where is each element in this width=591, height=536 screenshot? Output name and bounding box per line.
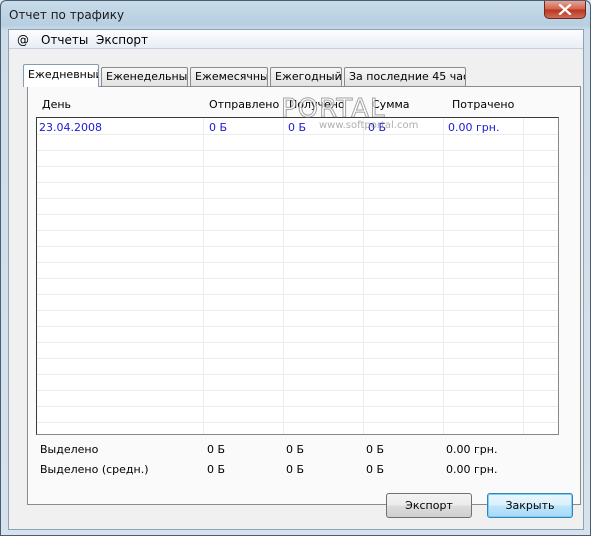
- column-header-total[interactable]: Сумма: [372, 98, 410, 111]
- grid-row-line: [37, 166, 558, 167]
- grid-row-line: [37, 134, 558, 135]
- menu-item-reports[interactable]: Отчеты: [41, 33, 88, 47]
- summary-selected-total: 0 Б: [366, 443, 385, 456]
- grid-row-line: [37, 182, 558, 183]
- grid-row-line: [37, 294, 558, 295]
- grid-row-line: [37, 278, 558, 279]
- column-header-spent[interactable]: Потрачено: [452, 98, 514, 111]
- grid-row-line: [37, 390, 558, 391]
- grid-row-line: [37, 422, 558, 423]
- menu-bar: @ Отчеты Экспорт: [9, 30, 583, 49]
- grid-row-line: [37, 310, 558, 311]
- client-area: @ Отчеты Экспорт Ежедневный Еженедельный…: [8, 29, 584, 530]
- summary-selected-label: Выделено: [40, 443, 99, 456]
- column-header-day[interactable]: День: [42, 98, 71, 111]
- summary-average-label: Выделено (средн.): [40, 463, 149, 476]
- summary-average-spent: 0.00 грн.: [446, 463, 498, 476]
- tab-monthly[interactable]: Ежемесячный: [190, 67, 268, 86]
- tab-daily[interactable]: Ежедневный: [23, 64, 99, 87]
- tab-yearly[interactable]: Ежегодный: [270, 67, 342, 86]
- menu-item-at[interactable]: @: [17, 33, 29, 47]
- column-header-sent[interactable]: Отправлено: [209, 98, 279, 111]
- menu-item-export[interactable]: Экспорт: [96, 33, 148, 47]
- grid-row-line: [37, 358, 558, 359]
- window-title: Отчет по трафику: [9, 8, 125, 22]
- grid-row-line: [37, 246, 558, 247]
- daily-tab-panel: День Отправлено Получено Сумма Потрачено…: [27, 86, 581, 505]
- summary-selected-spent: 0.00 грн.: [446, 443, 498, 456]
- cell-sent: 0 Б: [209, 121, 228, 134]
- cell-total: 0 Б: [368, 121, 387, 134]
- cell-received: 0 Б: [288, 121, 307, 134]
- window-close-button[interactable]: [544, 1, 586, 19]
- grid-row-line: [37, 374, 558, 375]
- cell-spent: 0.00 грн.: [448, 121, 500, 134]
- summary-selected-sent: 0 Б: [207, 443, 226, 456]
- grid-row-line: [37, 342, 558, 343]
- close-button[interactable]: Закрыть: [487, 493, 573, 518]
- grid-row-line: [37, 230, 558, 231]
- tab-weekly[interactable]: Еженедельный: [101, 67, 188, 86]
- report-window: Отчет по трафику @ Отчеты Экспорт Ежедне…: [0, 0, 591, 536]
- grid-row-line: [37, 262, 558, 263]
- summary-average-total: 0 Б: [366, 463, 385, 476]
- close-icon: [558, 4, 572, 15]
- traffic-list[interactable]: 23.04.2008 0 Б 0 Б 0 Б 0.00 грн.: [36, 117, 559, 435]
- summary-selected-received: 0 Б: [286, 443, 305, 456]
- cell-day: 23.04.2008: [39, 121, 102, 134]
- grid-row-line: [37, 198, 558, 199]
- column-header-received[interactable]: Получено: [289, 98, 345, 111]
- grid-row-line: [37, 214, 558, 215]
- title-bar[interactable]: Отчет по трафику: [1, 1, 590, 29]
- export-button[interactable]: Экспорт: [386, 493, 472, 518]
- summary-average-sent: 0 Б: [207, 463, 226, 476]
- grid-row-line: [37, 150, 558, 151]
- summary-average-received: 0 Б: [286, 463, 305, 476]
- grid-row-line: [37, 326, 558, 327]
- tab-last-45-hours[interactable]: За последние 45 часов: [344, 67, 466, 86]
- grid-row-line: [37, 406, 558, 407]
